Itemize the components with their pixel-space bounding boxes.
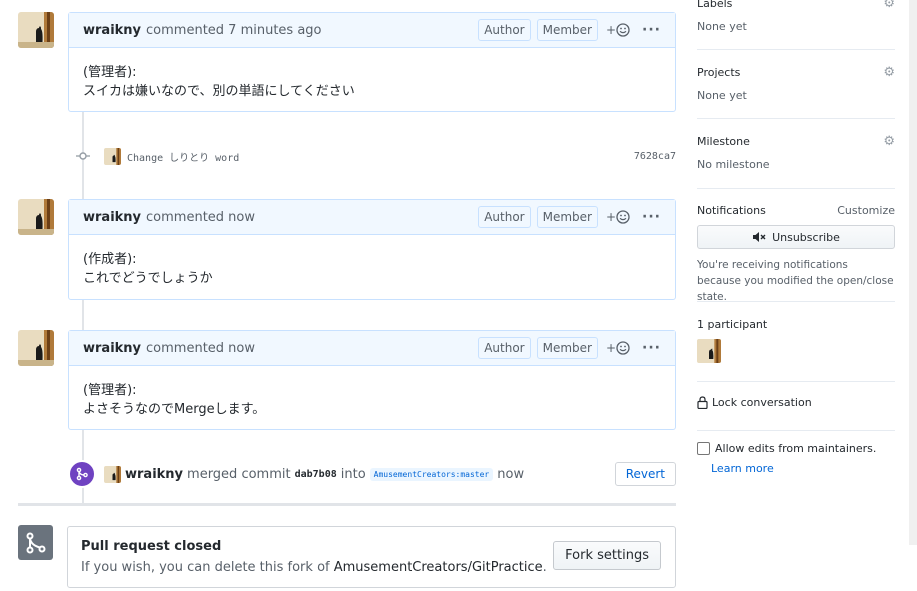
labels-value: None yet bbox=[697, 20, 747, 33]
add-reaction-button[interactable]: + bbox=[606, 23, 630, 37]
comment-body-line: これでどうでしょうか bbox=[83, 271, 213, 286]
plus-label: + bbox=[605, 23, 617, 37]
avatar[interactable] bbox=[18, 330, 54, 366]
sidebar-participants: 1 participant bbox=[697, 318, 895, 382]
comment-body-line: (管理者): bbox=[83, 383, 137, 398]
comment-timestamp[interactable]: commented 7 minutes ago bbox=[146, 23, 321, 38]
scrollbar[interactable] bbox=[909, 0, 917, 545]
comment-timestamp[interactable]: commented now bbox=[146, 341, 255, 356]
gear-icon[interactable]: ⚙ bbox=[883, 0, 895, 11]
sidebar-lock: Lock conversation bbox=[697, 396, 895, 431]
commit-message-link[interactable]: Change しりとり word bbox=[127, 149, 239, 164]
allow-edits-checkbox[interactable] bbox=[697, 442, 710, 455]
comment-card: wraikny commented now Author Member + ··… bbox=[68, 199, 676, 300]
member-badge: Member bbox=[536, 19, 598, 41]
merge-timestamp[interactable]: now bbox=[497, 467, 524, 482]
fork-repo-name: AmusementCreators/GitPractice bbox=[333, 560, 543, 575]
git-pull-request-icon bbox=[18, 525, 53, 560]
add-reaction-button[interactable]: + bbox=[606, 210, 630, 224]
commit-sha-link[interactable]: 7628ca7 bbox=[634, 151, 676, 162]
labels-heading[interactable]: Labels bbox=[697, 0, 732, 10]
closed-description-suffix: . bbox=[542, 560, 547, 575]
author-badge: Author bbox=[478, 19, 531, 41]
comment-header: wraikny commented 7 minutes ago Author M… bbox=[69, 13, 675, 48]
comment-body-line: スイカは嫌いなので、別の単語にしてください bbox=[83, 84, 355, 99]
comment-author[interactable]: wraikny bbox=[83, 23, 141, 38]
participant-avatar[interactable] bbox=[697, 339, 721, 363]
comment-card: wraikny commented now Author Member + ··… bbox=[68, 330, 676, 430]
lock-conversation-label: Lock conversation bbox=[712, 396, 812, 409]
pull-request-closed-box: Pull request closed If you wish, you can… bbox=[67, 526, 676, 588]
unsubscribe-button[interactable]: Unsubscribe bbox=[697, 225, 895, 249]
merge-author[interactable]: wraikny bbox=[125, 467, 183, 482]
sidebar-milestone: Milestone ⚙ No milestone bbox=[697, 134, 895, 189]
sidebar-notifications: Notifications Customize Unsubscribe You'… bbox=[697, 204, 895, 303]
timeline-divider bbox=[18, 503, 676, 506]
smiley-icon bbox=[616, 341, 630, 355]
comment-author[interactable]: wraikny bbox=[83, 341, 141, 356]
git-merge-icon bbox=[68, 460, 96, 488]
author-badge: Author bbox=[478, 337, 531, 359]
unsubscribe-label: Unsubscribe bbox=[772, 230, 840, 244]
timeline-line bbox=[82, 300, 84, 331]
more-options-icon[interactable]: ··· bbox=[642, 340, 661, 356]
milestone-value: No milestone bbox=[697, 158, 770, 171]
gear-icon[interactable]: ⚙ bbox=[883, 134, 895, 149]
projects-value: None yet bbox=[697, 89, 747, 102]
milestone-heading[interactable]: Milestone bbox=[697, 135, 750, 148]
plus-label: + bbox=[605, 341, 617, 355]
fork-settings-button[interactable]: Fork settings bbox=[553, 541, 661, 570]
member-badge: Member bbox=[536, 206, 598, 228]
lock-icon bbox=[697, 396, 708, 409]
target-branch-label[interactable]: AmusementCreators:master bbox=[369, 467, 494, 481]
comment-body-line: (作成者): bbox=[83, 252, 137, 267]
notification-reason: You're receiving notifications because y… bbox=[697, 259, 894, 303]
commit-icon bbox=[76, 149, 90, 163]
mute-icon bbox=[753, 232, 766, 242]
sidebar-projects: Projects ⚙ None yet bbox=[697, 65, 895, 119]
sidebar-allow-edits: Allow edits from maintainers. Learn more bbox=[697, 442, 895, 475]
participants-heading: 1 participant bbox=[697, 318, 768, 331]
smiley-icon bbox=[616, 23, 630, 37]
merge-commit-sha-link[interactable]: dab7b08 bbox=[295, 469, 337, 480]
lock-conversation-link[interactable]: Lock conversation bbox=[697, 396, 895, 409]
merge-action-text: merged commit bbox=[187, 466, 291, 482]
comment-timestamp[interactable]: commented now bbox=[146, 210, 255, 225]
more-options-icon[interactable]: ··· bbox=[642, 209, 661, 225]
avatar[interactable] bbox=[18, 12, 54, 48]
comment-header: wraikny commented now Author Member + ··… bbox=[69, 200, 675, 235]
notifications-heading: Notifications bbox=[697, 204, 766, 217]
comment-body: (作成者): これでどうでしょうか bbox=[69, 235, 675, 301]
comment-body-line: よさそうなのでMergeします。 bbox=[83, 402, 266, 417]
comment-header: wraikny commented now Author Member + ··… bbox=[69, 331, 675, 366]
projects-heading[interactable]: Projects bbox=[697, 66, 740, 79]
commit-event: Change しりとり word 7628ca7 bbox=[76, 146, 676, 166]
add-reaction-button[interactable]: + bbox=[606, 341, 630, 355]
merge-description: wraikny merged commit dab7b08 into Amuse… bbox=[104, 465, 524, 483]
allow-edits-label[interactable]: Allow edits from maintainers. bbox=[715, 442, 876, 455]
comment-card: wraikny commented 7 minutes ago Author M… bbox=[68, 12, 676, 112]
more-options-icon[interactable]: ··· bbox=[642, 22, 661, 38]
merge-into-text: into bbox=[340, 466, 366, 482]
merge-event: wraikny merged commit dab7b08 into Amuse… bbox=[68, 459, 676, 489]
plus-label: + bbox=[605, 210, 617, 224]
customize-link[interactable]: Customize bbox=[837, 204, 895, 217]
avatar[interactable] bbox=[18, 199, 54, 235]
member-badge: Member bbox=[536, 337, 598, 359]
author-badge: Author bbox=[478, 206, 531, 228]
avatar[interactable] bbox=[104, 465, 121, 483]
comment-body-line: (管理者): bbox=[83, 65, 137, 80]
learn-more-link[interactable]: Learn more bbox=[711, 462, 895, 475]
smiley-icon bbox=[616, 210, 630, 224]
avatar[interactable] bbox=[104, 147, 121, 165]
comment-body: (管理者): よさそうなのでMergeします。 bbox=[69, 366, 675, 432]
comment-body: (管理者): スイカは嫌いなので、別の単語にしてください bbox=[69, 48, 675, 114]
closed-description-prefix: If you wish, you can delete this fork of bbox=[81, 560, 330, 575]
gear-icon[interactable]: ⚙ bbox=[883, 65, 895, 80]
sidebar-labels: Labels ⚙ None yet bbox=[697, 0, 895, 50]
comment-author[interactable]: wraikny bbox=[83, 210, 141, 225]
revert-button[interactable]: Revert bbox=[614, 462, 676, 486]
